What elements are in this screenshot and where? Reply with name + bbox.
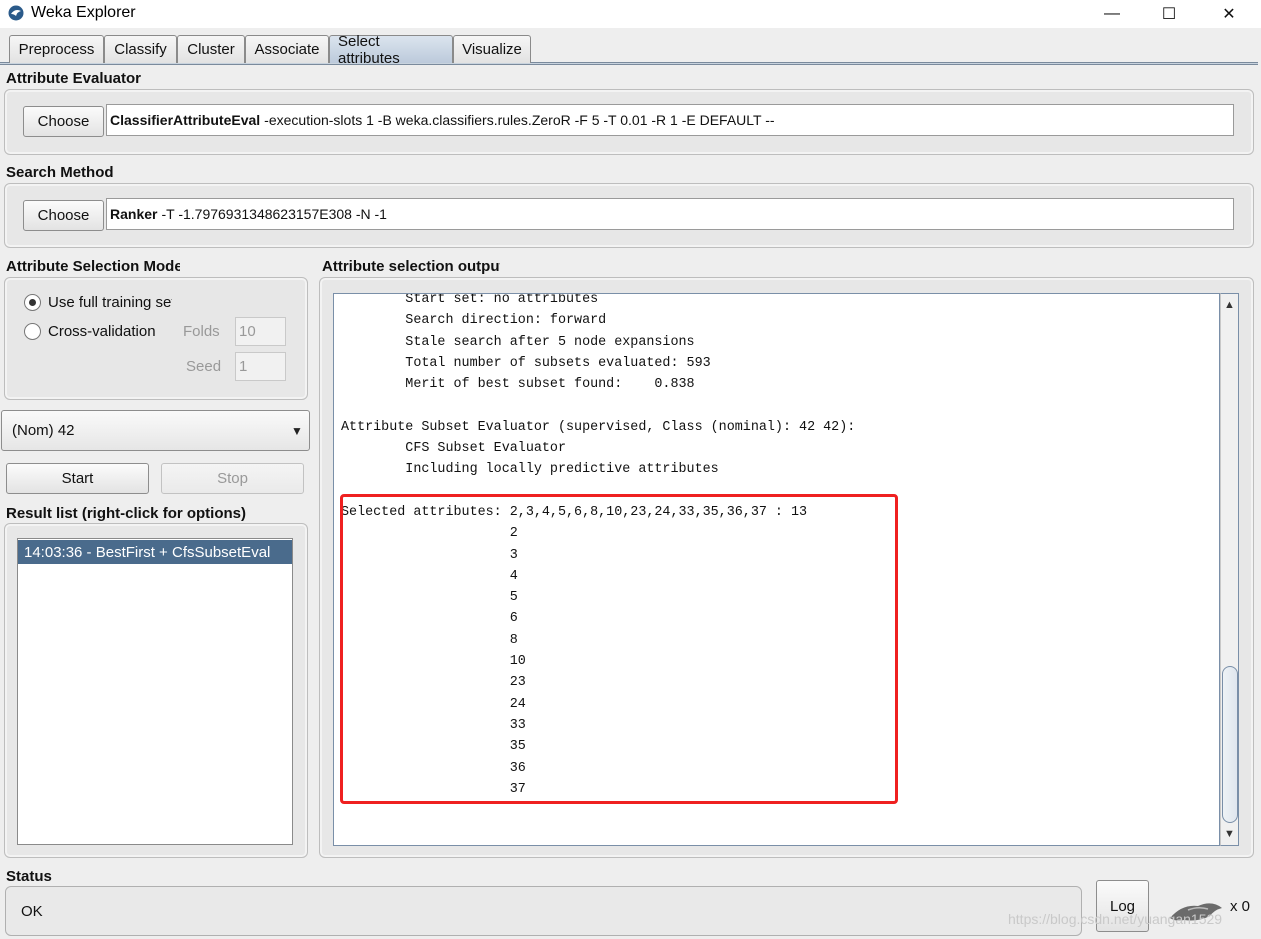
scroll-up-icon[interactable]: ▲	[1221, 296, 1238, 314]
attribute-evaluator-label: Attribute Evaluator	[6, 70, 142, 87]
highlight-box	[340, 494, 898, 804]
scroll-thumb[interactable]	[1222, 666, 1238, 823]
close-icon[interactable]: ✕	[1206, 0, 1252, 28]
search-choose-button[interactable]: Choose	[23, 200, 104, 231]
title-bar	[0, 0, 1261, 28]
status-text: OK	[5, 886, 1082, 936]
task-count: x 0	[1230, 898, 1251, 915]
window-title: Weka Explorer	[31, 4, 136, 21]
tab-visualize[interactable]: Visualize	[453, 35, 531, 63]
start-button[interactable]: Start	[6, 463, 149, 494]
output-line: Total number of subsets evaluated: 593	[341, 355, 711, 371]
result-list-label: Result list (right-click for options)	[6, 505, 247, 522]
stop-button[interactable]: Stop	[161, 463, 304, 494]
scroll-down-icon[interactable]: ▼	[1221, 825, 1238, 843]
dropdown-arrow-icon[interactable]: ▼	[286, 412, 308, 449]
cross-validation-radio[interactable]	[24, 323, 41, 340]
search-method-label: Search Method	[6, 164, 114, 181]
output-line: Start set: no attributes	[341, 293, 599, 307]
evaluator-options: -execution-slots 1 -B weka.classifiers.r…	[264, 112, 775, 128]
evaluator-choose-button[interactable]: Choose	[23, 106, 104, 137]
status-label: Status	[6, 868, 52, 885]
tab-select-attributes[interactable]: Select attributes	[329, 33, 453, 67]
folds-label: Folds	[183, 323, 220, 340]
folds-input[interactable]: 10	[235, 317, 286, 346]
search-name: Ranker	[110, 206, 158, 222]
search-options: -T -1.7976931348623157E308 -N -1	[161, 206, 387, 222]
output-line: Merit of best subset found: 0.838	[341, 377, 695, 393]
class-attribute-select[interactable]: (Nom) 42	[1, 410, 310, 451]
search-config-field[interactable]: Ranker -T -1.7976931348623157E308 -N -1	[106, 198, 1234, 230]
evaluator-name: ClassifierAttributeEval	[110, 112, 261, 128]
cross-validation-label: Cross-validation	[48, 323, 156, 340]
full-training-radio[interactable]	[24, 294, 41, 311]
tab-associate[interactable]: Associate	[245, 35, 329, 63]
evaluator-config-field[interactable]: ClassifierAttributeEval -execution-slots…	[106, 104, 1234, 136]
output-label: Attribute selection output	[322, 258, 500, 275]
full-training-label: Use full training set	[48, 294, 172, 311]
output-line: Search direction: forward	[341, 313, 607, 329]
minimize-icon[interactable]: —	[1089, 0, 1135, 28]
watermark: https://blog.csdn.net/yuangan1529	[1008, 911, 1223, 927]
result-list-item[interactable]: 14:03:36 - BestFirst + CfsSubsetEval	[18, 540, 292, 564]
tab-classify[interactable]: Classify	[104, 35, 177, 63]
weka-bird-icon	[8, 5, 24, 21]
seed-input[interactable]: 1	[235, 352, 286, 381]
maximize-icon[interactable]: ☐	[1146, 0, 1192, 28]
output-line: CFS Subset Evaluator	[341, 441, 566, 457]
tab-preprocess[interactable]: Preprocess	[9, 35, 104, 63]
output-line: Including locally predictive attributes	[341, 462, 719, 478]
selection-mode-label: Attribute Selection Mode	[6, 258, 180, 275]
tab-cluster[interactable]: Cluster	[177, 35, 245, 63]
output-line: Attribute Subset Evaluator (supervised, …	[341, 419, 856, 435]
output-line: Stale search after 5 node expansions	[341, 334, 695, 350]
result-list[interactable]	[17, 538, 293, 845]
seed-label: Seed	[186, 358, 222, 375]
